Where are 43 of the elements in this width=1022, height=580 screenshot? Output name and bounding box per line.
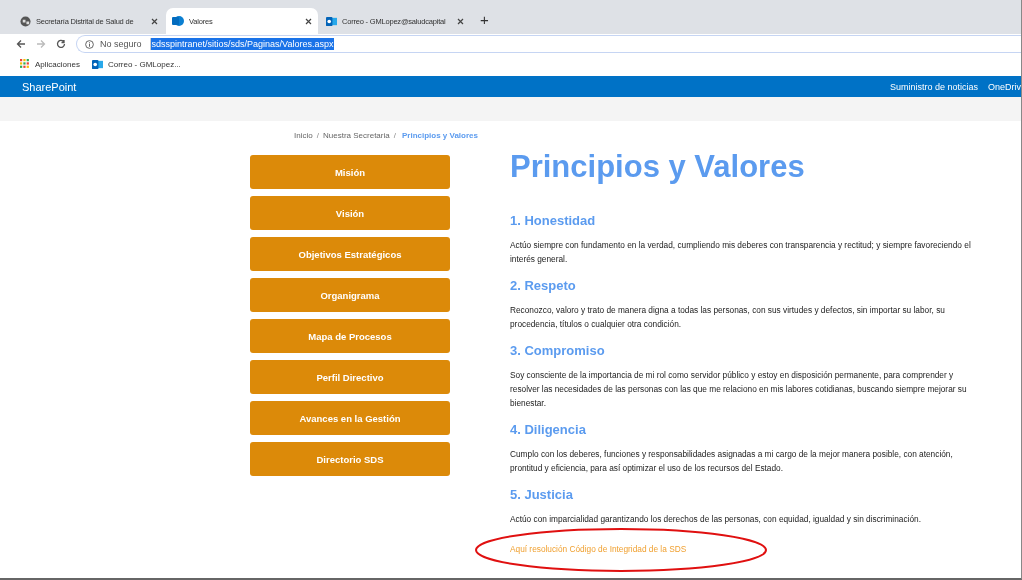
suite-link[interactable]: OneDriv xyxy=(988,81,1021,92)
section-text: Soy consciente de la importancia de mi rol como servidor público y estoy en disposición permanente, para comprender y resolver las necesidades de las personas con las que me relaciono en mis labores cotidianas, buscando siempre mejorar su bienestar. xyxy=(510,369,968,410)
page-title: Principios y Valores xyxy=(510,149,806,185)
section-text: Actúo siempre con fundamento en la verdad, cumpliendo mis deberes con transparencia y rectitud; y siempre favoreciendo el interés general. xyxy=(510,239,972,266)
close-icon[interactable] xyxy=(457,18,464,25)
breadcrumb-link[interactable]: Principios y Valores xyxy=(399,131,478,140)
sidebar-button[interactable]: Mapa de Procesos xyxy=(250,319,450,353)
info-icon xyxy=(85,39,94,49)
close-icon[interactable] xyxy=(305,18,312,25)
back-icon[interactable] xyxy=(16,39,26,49)
section-text: Cumplo con los deberes, funciones y responsabilidades asignadas a mi cargo de la mejor manera posible, con atención, prontitud y eficiencia, para así optimizar el uso de los recursos del Estado. xyxy=(510,448,954,475)
reload-icon[interactable] xyxy=(56,39,66,49)
breadcrumb-link[interactable]: Nuestra Secretaria xyxy=(323,131,390,140)
sidebar-button[interactable]: Perfil Directivo xyxy=(250,360,450,394)
section-heading: 2. Respeto xyxy=(510,278,577,293)
sidebar-button[interactable]: Misión xyxy=(250,155,450,189)
section-text: Actúo con imparcialidad garantizando los derechos de las personas, con equidad, igualdad y sin discriminación. xyxy=(510,513,922,526)
sharepoint-brand[interactable]: SharePoint xyxy=(22,80,77,93)
section-text: Reconozco, valoro y trato de manera digna a todas las personas, con sus virtudes y defectos, sin importar su labor, su procedencia, títulos o cualquier otra condición. xyxy=(510,304,946,331)
bookmark-link[interactable]: Correo - GMLopez... xyxy=(107,59,181,69)
sidebar-button[interactable]: Directorio SDS xyxy=(250,442,450,476)
section-heading: 4. Diligencia xyxy=(510,422,587,437)
sharepoint-icon xyxy=(172,15,184,27)
outlook-icon xyxy=(326,15,337,27)
section-heading: 5. Justicia xyxy=(510,487,574,502)
url-text: sdsspintranet/sitios/sds/Paginas/Valores.aspx xyxy=(149,38,335,50)
sidebar-button[interactable]: Avances en la Gestión xyxy=(250,401,450,435)
sidebar-button[interactable]: Visión xyxy=(250,196,450,230)
breadcrumb-separator: / xyxy=(316,131,319,140)
new-tab-button[interactable]: + xyxy=(480,11,489,28)
sidebar-button[interactable]: Organigrama xyxy=(250,278,450,312)
section-heading: 1. Honestidad xyxy=(510,213,597,228)
breadcrumb-separator: / xyxy=(393,131,396,140)
outlook-icon xyxy=(91,58,103,70)
bookmark-link[interactable]: Aplicaciones xyxy=(35,59,80,69)
section-heading: 3. Compromiso xyxy=(510,343,606,358)
suite-link[interactable]: Suministro de noticias xyxy=(889,81,978,92)
apps-grid-icon xyxy=(20,59,30,69)
breadcrumb-link[interactable]: Inicio xyxy=(294,131,313,140)
close-icon[interactable] xyxy=(151,18,158,25)
sidebar-button[interactable]: Objetivos Estratégicos xyxy=(250,237,450,271)
globe-icon xyxy=(20,15,31,27)
security-label: No seguro xyxy=(100,39,142,49)
